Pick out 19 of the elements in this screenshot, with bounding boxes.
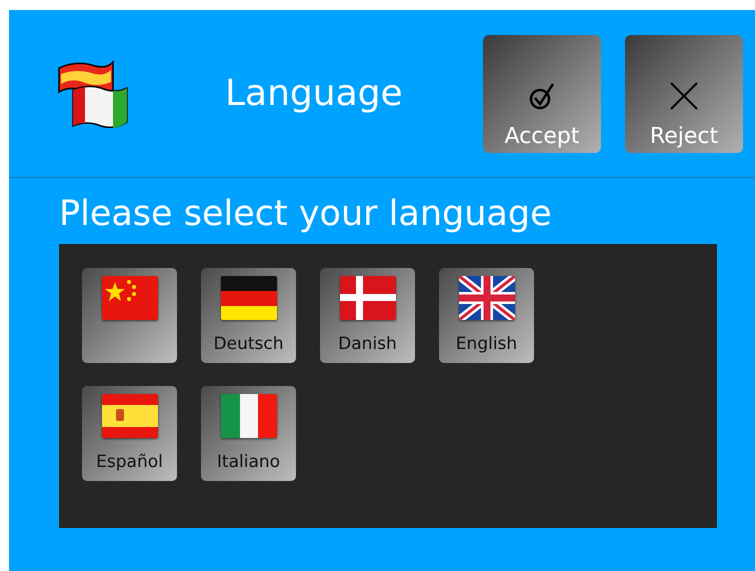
flag-icon — [458, 276, 514, 320]
language-tile[interactable] — [82, 268, 177, 363]
flags-icon — [57, 60, 129, 128]
close-icon — [669, 80, 699, 110]
flag-icon — [220, 276, 276, 320]
prompt-text: Please select your language — [59, 193, 553, 236]
language-tile[interactable]: Danish — [320, 268, 415, 363]
language-tile[interactable]: Italiano — [201, 386, 296, 481]
flag-icon — [102, 276, 158, 320]
language-tile[interactable]: Deutsch — [201, 268, 296, 363]
window-title: Language — [225, 76, 404, 112]
flag-icon — [220, 394, 276, 438]
check-icon — [528, 80, 556, 110]
reject-button[interactable]: Reject — [625, 34, 743, 152]
accept-button[interactable]: Accept — [483, 34, 601, 152]
language-tile[interactable]: Español — [82, 386, 177, 481]
language-tile[interactable]: English — [439, 268, 534, 363]
flag-icon — [340, 276, 396, 320]
flag-icon — [102, 394, 158, 438]
